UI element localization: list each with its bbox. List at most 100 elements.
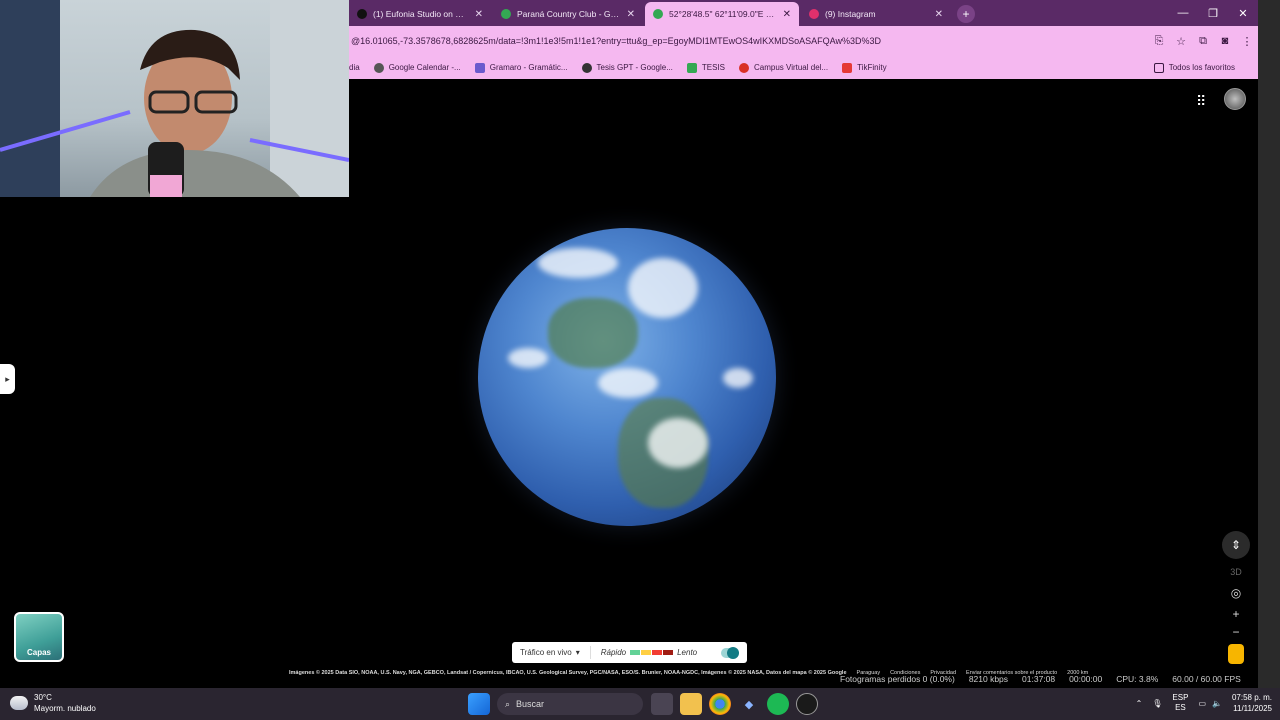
bookmarks-bar: dia Google Calendar -... Gramaro - Gramá… bbox=[349, 56, 1258, 79]
chevron-up-icon[interactable]: ⌃ bbox=[1136, 699, 1143, 708]
tikfinity-icon bbox=[842, 62, 853, 73]
install-app-icon[interactable]: ⎘ bbox=[1148, 30, 1170, 52]
chrome-icon[interactable] bbox=[709, 693, 731, 715]
spotify-icon[interactable] bbox=[767, 693, 789, 715]
traffic-label[interactable]: Tráfico en vivo bbox=[520, 648, 572, 657]
minimize-button[interactable]: — bbox=[1168, 0, 1198, 26]
search-icon: ⌕ bbox=[505, 698, 511, 709]
language-indicator[interactable]: ESP ES bbox=[1172, 693, 1188, 713]
bookmark-item[interactable]: dia bbox=[349, 63, 360, 72]
bookmark-item[interactable]: Campus Virtual del... bbox=[738, 62, 829, 73]
bookmark-label: Campus Virtual del... bbox=[753, 63, 829, 72]
weather-widget[interactable]: 30°C Mayorm. nublado bbox=[10, 692, 96, 714]
instagram-icon bbox=[809, 9, 819, 19]
taskbar-search[interactable]: ⌕ Buscar bbox=[497, 693, 643, 715]
time: 07:58 p. m. bbox=[1231, 693, 1272, 702]
bookmark-star-icon[interactable]: ☆ bbox=[1170, 30, 1192, 52]
globe-icon bbox=[581, 62, 592, 73]
system-tray: ⌃ 🎙 ESP ES ▭ 🔈 07:58 p. m. 11/11/2025 bbox=[1136, 692, 1272, 714]
folder-icon bbox=[1153, 62, 1164, 73]
x-logo-icon bbox=[357, 9, 367, 19]
search-placeholder: Buscar bbox=[516, 699, 545, 709]
avatar[interactable] bbox=[1224, 88, 1246, 110]
expand-panel-button[interactable]: ▸ bbox=[0, 364, 15, 394]
close-window-button[interactable]: ✕ bbox=[1228, 0, 1258, 26]
view-3d-button[interactable]: 3D bbox=[1226, 564, 1246, 580]
close-icon[interactable]: ✕ bbox=[475, 9, 483, 20]
tab-label: Paraná Country Club - Google bbox=[517, 9, 621, 19]
bookmark-item[interactable]: Tesis GPT - Google... bbox=[581, 62, 673, 73]
network-icon[interactable]: ▭ bbox=[1198, 699, 1206, 708]
zoom-out-button[interactable]: − bbox=[1226, 624, 1246, 640]
campus-icon bbox=[738, 62, 749, 73]
compass-icon[interactable]: ⇕ bbox=[1222, 531, 1250, 559]
windows-start-icon[interactable] bbox=[468, 693, 490, 715]
bookmark-label: TESIS bbox=[701, 63, 725, 72]
layers-label: Capas bbox=[26, 648, 51, 657]
bitrate: 8210 kbps bbox=[968, 674, 1009, 684]
bookmark-label: Tesis GPT - Google... bbox=[596, 63, 673, 72]
fps: 60.00 / 60.00 FPS bbox=[1172, 674, 1241, 684]
address-bar: @16.01065,-73.3578678,6828625m/data=!3m1… bbox=[349, 26, 1258, 56]
pegman-icon[interactable] bbox=[1228, 644, 1244, 664]
record-time: 00:00:00 bbox=[1069, 674, 1103, 684]
tab-label: (1) Eufonia Studio on X: "Squid bbox=[373, 9, 469, 19]
volume-icon[interactable]: 🔈 bbox=[1212, 699, 1222, 708]
bookmark-item[interactable]: Gramaro - Gramátic... bbox=[474, 62, 568, 73]
maps-pin-icon bbox=[653, 9, 663, 19]
attribution-text: Imágenes © 2025 Data SIO, NOAA, U.S. Nav… bbox=[289, 670, 847, 676]
profile-icon[interactable]: ◙ bbox=[1214, 30, 1236, 52]
close-icon[interactable]: ✕ bbox=[935, 9, 943, 20]
app-icon[interactable]: ◆ bbox=[738, 693, 760, 715]
cpu-usage: CPU: 3.8% bbox=[1116, 674, 1159, 684]
tab-eufonia[interactable]: (1) Eufonia Studio on X: "Squid ✕ bbox=[349, 2, 491, 26]
earth-globe[interactable] bbox=[478, 228, 776, 526]
stream-time: 01:37:08 bbox=[1022, 674, 1056, 684]
bookmark-label: Google Calendar -... bbox=[388, 63, 461, 72]
close-icon[interactable]: ✕ bbox=[627, 9, 635, 20]
tab-label: (9) Instagram bbox=[825, 9, 876, 19]
all-bookmarks[interactable]: Todos los favoritos bbox=[1153, 56, 1235, 79]
layers-button[interactable]: Capas bbox=[14, 612, 64, 662]
globe-icon bbox=[373, 62, 384, 73]
date: 11/11/2025 bbox=[1233, 704, 1272, 713]
task-view-icon[interactable] bbox=[651, 693, 673, 715]
bookmark-label: Gramaro - Gramátic... bbox=[489, 63, 568, 72]
clock[interactable]: 07:58 p. m. 11/11/2025 bbox=[1232, 692, 1272, 714]
bookmark-item[interactable]: Google Calendar -... bbox=[373, 62, 461, 73]
bookmark-item[interactable]: TESIS bbox=[686, 62, 725, 73]
tab-instagram[interactable]: (9) Instagram ✕ bbox=[801, 2, 951, 26]
lang-primary: ESP bbox=[1172, 693, 1189, 702]
traffic-swatch-very-slow bbox=[663, 650, 674, 655]
obs-icon[interactable] bbox=[796, 693, 818, 715]
temperature: 30°C bbox=[34, 693, 52, 702]
chevron-down-icon[interactable]: ▾ bbox=[576, 648, 580, 657]
file-explorer-icon[interactable] bbox=[680, 693, 702, 715]
fast-label: Rápido bbox=[600, 648, 627, 657]
close-icon[interactable]: ✕ bbox=[783, 9, 791, 20]
menu-icon[interactable]: ⋮ bbox=[1236, 30, 1258, 52]
side-panel-sliver bbox=[1258, 0, 1280, 688]
taskbar: 30°C Mayorm. nublado ⌕ Buscar ◆ ⌃ 🎙 ESP … bbox=[0, 688, 1280, 720]
bookmark-label: dia bbox=[349, 63, 360, 72]
extensions-icon[interactable]: ⧉ bbox=[1192, 30, 1214, 52]
my-location-icon[interactable]: ◎ bbox=[1226, 585, 1246, 601]
traffic-legend: Tráfico en vivo ▾ Rápido Lento bbox=[512, 642, 747, 663]
traffic-toggle[interactable] bbox=[721, 646, 739, 659]
maximize-button[interactable]: ❐ bbox=[1198, 0, 1228, 26]
divider bbox=[589, 646, 591, 659]
dropped-frames: Fotogramas perdidos 0 (0.0%) bbox=[840, 674, 955, 684]
bookmark-label: TikFinity bbox=[857, 63, 887, 72]
traffic-swatch-slow bbox=[652, 650, 663, 655]
doc-icon bbox=[474, 62, 485, 73]
microphone-icon[interactable]: 🎙 bbox=[1152, 699, 1162, 708]
new-tab-button[interactable]: + bbox=[957, 5, 975, 23]
url-field[interactable]: @16.01065,-73.3578678,6828625m/data=!3m1… bbox=[349, 36, 1148, 46]
apps-grid-icon[interactable]: ⠿ bbox=[1196, 93, 1212, 109]
slow-label: Lento bbox=[677, 648, 698, 657]
tab-coordinates[interactable]: 52°28'48.5" 62°11'09.0"E - Goo ✕ bbox=[645, 2, 799, 26]
bookmark-item[interactable]: TikFinity bbox=[842, 62, 887, 73]
drive-icon bbox=[686, 62, 697, 73]
tab-parana[interactable]: Paraná Country Club - Google ✕ bbox=[493, 2, 643, 26]
zoom-in-button[interactable]: + bbox=[1226, 606, 1246, 622]
